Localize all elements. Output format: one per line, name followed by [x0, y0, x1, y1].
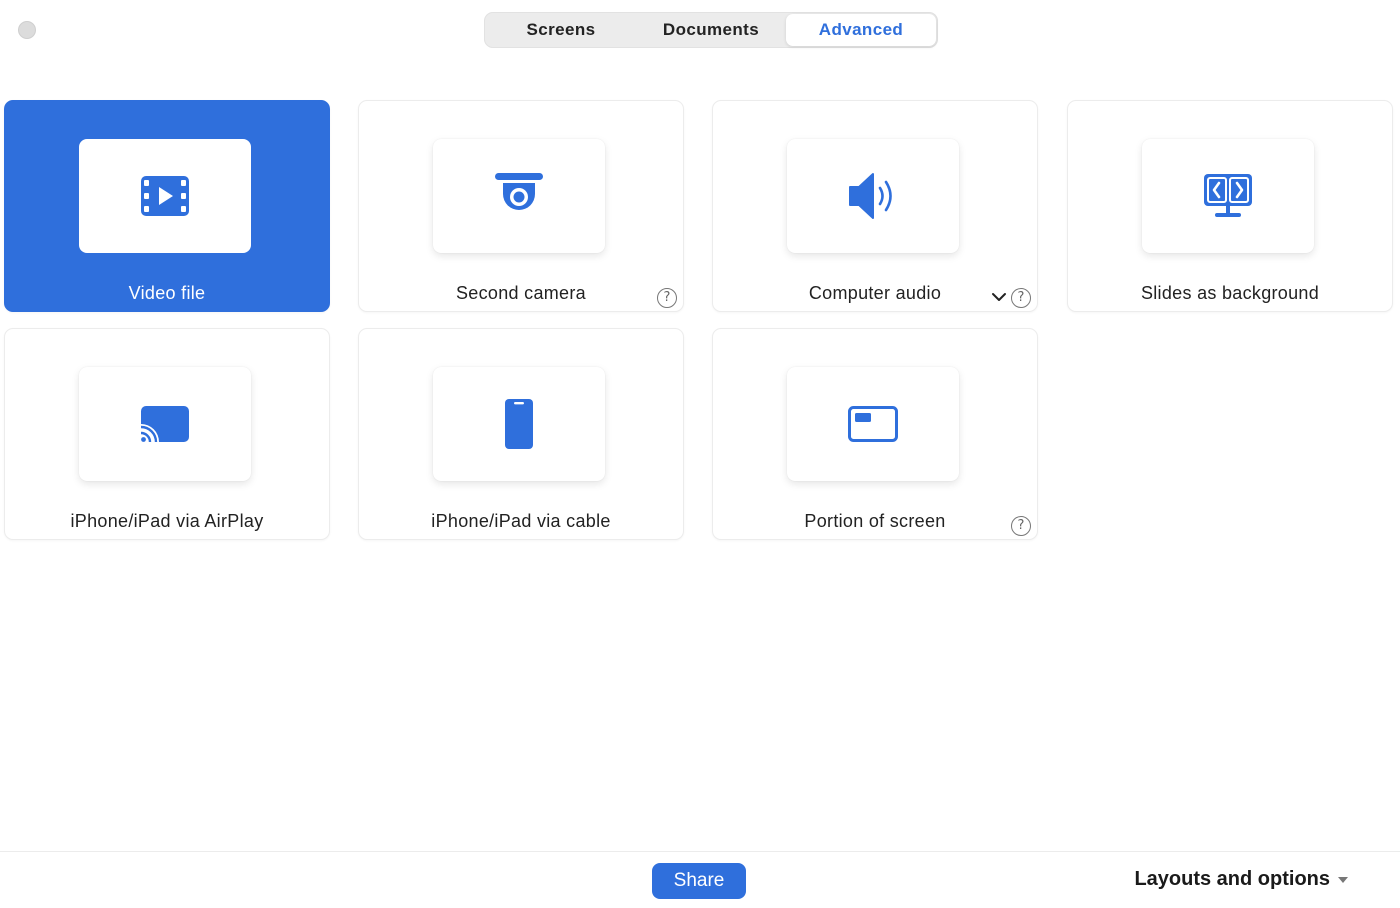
option-thumbnail	[787, 367, 959, 481]
option-label: Slides as background	[1140, 283, 1320, 303]
option-thumbnail	[433, 367, 605, 481]
option-iphone-ipad-airplay[interactable]: iPhone/iPad via AirPlay	[4, 328, 330, 540]
option-thumbnail	[79, 367, 251, 481]
layouts-and-options-menu[interactable]: Layouts and options	[1134, 868, 1348, 891]
option-thumbnail	[1142, 139, 1314, 253]
option-thumbnail	[787, 139, 959, 253]
help-icon[interactable]: ?	[1011, 516, 1031, 536]
camera-icon	[495, 173, 543, 210]
help-icon[interactable]: ?	[657, 288, 677, 308]
footer-divider	[0, 851, 1400, 852]
option-thumbnail	[433, 139, 605, 253]
option-iphone-ipad-cable[interactable]: iPhone/iPad via cable	[358, 328, 684, 540]
chevron-down-icon[interactable]	[989, 287, 1009, 307]
layouts-and-options-label: Layouts and options	[1134, 868, 1330, 890]
option-slides-as-background[interactable]: Slides as background	[1067, 100, 1393, 312]
option-thumbnail	[79, 139, 251, 253]
option-label: Video file	[128, 283, 206, 303]
share-button[interactable]: Share	[652, 863, 746, 899]
video-file-icon	[141, 176, 189, 216]
airplay-icon	[140, 406, 189, 443]
slides-monitor-icon	[1204, 174, 1252, 217]
portion-screen-icon	[848, 406, 898, 442]
tab-advanced[interactable]: Advanced	[786, 14, 936, 46]
option-label: iPhone/iPad via cable	[431, 511, 611, 531]
option-second-camera[interactable]: Second camera ?	[358, 100, 684, 312]
option-label: iPhone/iPad via AirPlay	[70, 511, 264, 531]
option-label: Second camera	[456, 283, 586, 303]
option-computer-audio[interactable]: Computer audio ?	[712, 100, 1038, 312]
option-portion-of-screen[interactable]: Portion of screen ?	[712, 328, 1038, 540]
help-icon[interactable]: ?	[1011, 288, 1031, 308]
speaker-icon	[849, 173, 892, 219]
tab-screens[interactable]: Screens	[486, 14, 636, 46]
phone-icon	[505, 399, 533, 449]
tab-documents[interactable]: Documents	[636, 14, 786, 46]
option-video-file[interactable]: Video file	[4, 100, 330, 312]
share-category-tabs: Screens Documents Advanced	[484, 12, 938, 48]
caret-down-icon	[1338, 876, 1348, 883]
option-label: Portion of screen	[804, 511, 946, 531]
window-close-button[interactable]	[18, 21, 36, 39]
